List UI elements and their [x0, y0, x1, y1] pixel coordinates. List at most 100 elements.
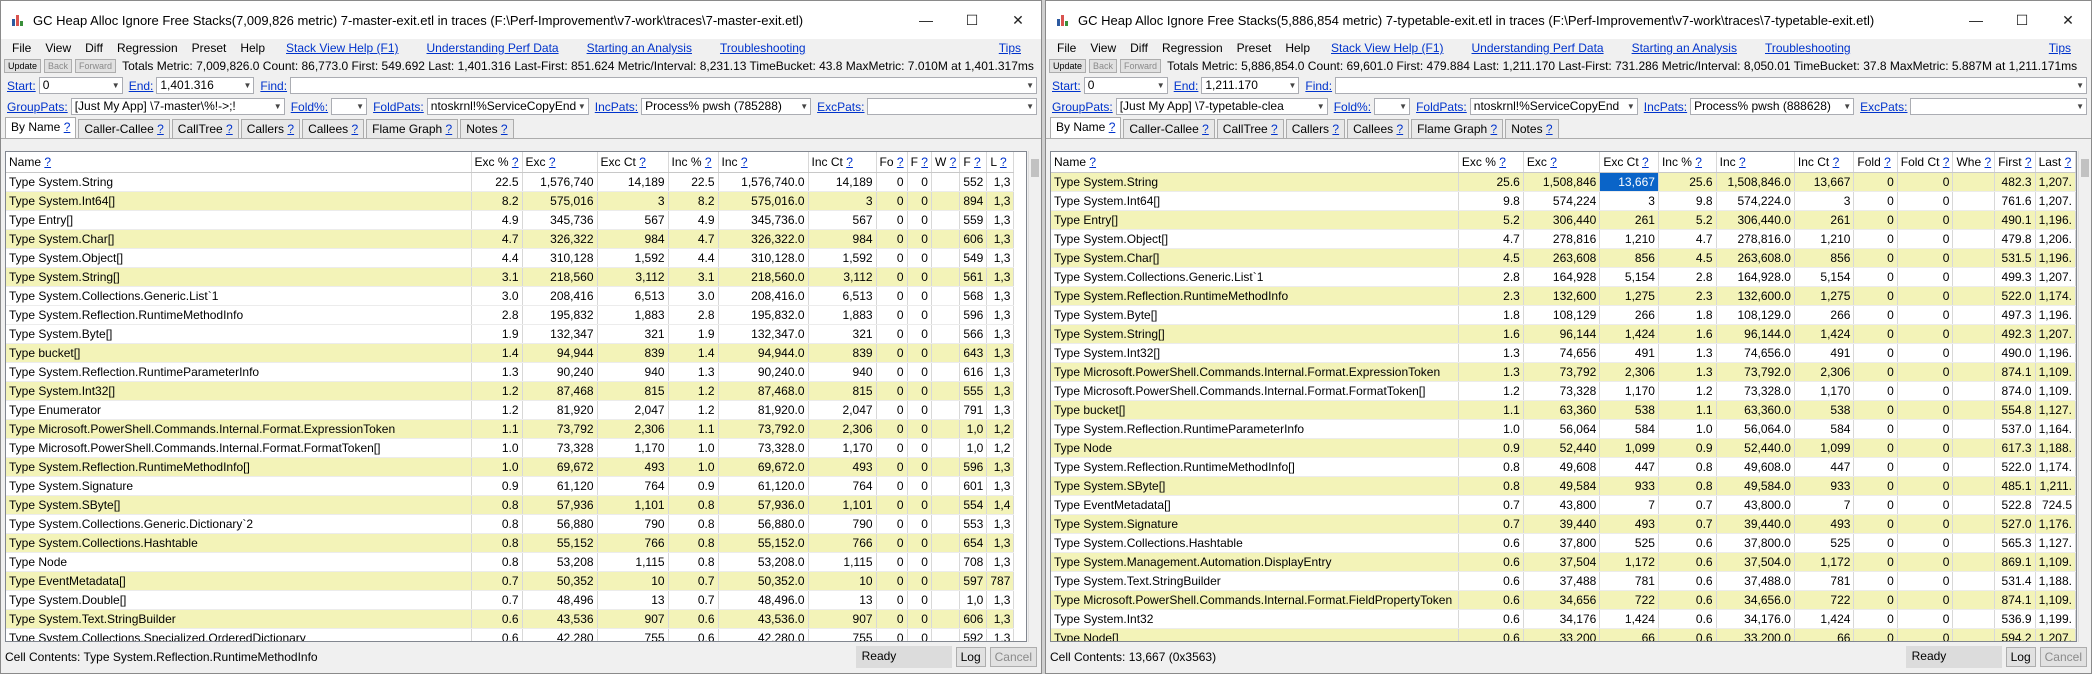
end-label[interactable]: End: [129, 79, 154, 93]
value-cell[interactable]: 4.4 [471, 248, 523, 268]
value-cell[interactable]: 1,199. [2035, 609, 2076, 629]
value-cell[interactable] [931, 476, 961, 496]
cancel-button[interactable]: Cancel [989, 647, 1037, 667]
value-cell[interactable]: 3 [1599, 191, 1659, 211]
value-cell[interactable]: 0 [907, 191, 932, 211]
table-row[interactable]: Type System.String 25.6 1,508,846 13,667 25.… [1051, 172, 2076, 192]
value-cell[interactable]: 73,792 [522, 419, 598, 439]
name-cell[interactable]: Type System.String[] [1051, 324, 1459, 344]
value-cell[interactable]: 63,360.0 [1716, 400, 1795, 420]
value-cell[interactable]: 1,275 [1794, 286, 1855, 306]
chevron-down-icon[interactable]: ▼ [1399, 99, 1407, 114]
scroll-thumb[interactable] [2081, 159, 2089, 177]
value-cell[interactable]: 87,468.0 [718, 381, 809, 401]
table-row[interactable]: Type EventMetadata[] 0.7 43,800 7 0.7 43,800.… [1051, 495, 2076, 515]
log-button[interactable]: Log [2005, 647, 2036, 667]
value-cell[interactable]: 0 [907, 305, 932, 325]
value-cell[interactable]: 485.1 [1994, 476, 2036, 496]
column-header[interactable]: F ? [959, 152, 988, 173]
chevron-down-icon[interactable]: ▼ [1843, 99, 1851, 114]
value-cell[interactable]: 13,667 [1599, 172, 1659, 192]
value-cell[interactable]: 1,188. [2035, 438, 2076, 458]
value-cell[interactable]: 1.3 [1658, 343, 1717, 363]
value-cell[interactable]: 1.2 [471, 400, 523, 420]
chevron-down-icon[interactable]: ▼ [356, 99, 364, 114]
update-button[interactable]: Update [4, 59, 42, 73]
value-cell[interactable]: 0 [1853, 590, 1898, 610]
table-row[interactable]: Type System.Reflection.RuntimeMethodInfo… [1051, 286, 2076, 306]
value-cell[interactable]: 1,109. [2035, 381, 2076, 401]
start-label[interactable]: Start: [7, 79, 36, 93]
value-cell[interactable]: 856 [1794, 248, 1855, 268]
value-cell[interactable]: 0 [907, 343, 932, 363]
value-cell[interactable]: 34,656 [1523, 590, 1601, 610]
name-cell[interactable]: Type Entry[] [6, 210, 472, 230]
name-cell[interactable]: Type System.Object[] [6, 248, 472, 268]
value-cell[interactable]: 1.1 [1658, 400, 1717, 420]
value-cell[interactable]: 6,513 [808, 286, 877, 306]
value-cell[interactable]: 1,109. [2035, 552, 2076, 572]
value-cell[interactable]: 0 [876, 362, 908, 382]
value-cell[interactable]: 14,189 [808, 172, 877, 192]
column-header[interactable]: First ? [1994, 152, 2036, 173]
value-cell[interactable]: 790 [597, 514, 669, 534]
value-cell[interactable] [931, 267, 961, 287]
value-cell[interactable]: 522.8 [1994, 495, 2036, 515]
value-cell[interactable]: 0.6 [1458, 571, 1524, 591]
value-cell[interactable]: 1,099 [1599, 438, 1659, 458]
value-cell[interactable]: 0.7 [471, 571, 523, 591]
value-cell[interactable]: 0.9 [1658, 438, 1717, 458]
value-cell[interactable]: 724.5 [2035, 495, 2076, 515]
value-cell[interactable]: 7 [1599, 495, 1659, 515]
value-cell[interactable] [1952, 400, 1996, 420]
name-cell[interactable]: Type System.String [6, 172, 472, 192]
value-cell[interactable]: 310,128.0 [718, 248, 809, 268]
value-cell[interactable]: 1,3 [986, 172, 1015, 192]
value-cell[interactable]: 2.8 [1658, 267, 1717, 287]
value-cell[interactable]: 1,576,740 [522, 172, 598, 192]
value-cell[interactable]: 0.8 [668, 533, 719, 553]
value-cell[interactable]: 0 [1853, 191, 1898, 211]
value-cell[interactable]: 0.8 [1458, 457, 1524, 477]
value-cell[interactable]: 0 [1897, 229, 1954, 249]
table-row[interactable]: Type System.String[] 3.1 218,560 3,112 3.1 21… [6, 267, 1015, 287]
value-cell[interactable]: 0.6 [471, 609, 523, 629]
column-header[interactable]: Last ? [2035, 152, 2076, 173]
link-starting-analysis[interactable]: Starting an Analysis [587, 41, 692, 55]
value-cell[interactable] [931, 381, 961, 401]
value-cell[interactable]: 0.6 [1658, 571, 1717, 591]
value-cell[interactable]: 9.8 [1458, 191, 1524, 211]
value-cell[interactable]: 1.3 [1458, 362, 1524, 382]
value-cell[interactable]: 722 [1794, 590, 1855, 610]
value-cell[interactable]: 0 [1897, 476, 1954, 496]
value-cell[interactable]: 594.2 [1994, 628, 2036, 641]
value-cell[interactable]: 1,164. [2035, 419, 2076, 439]
value-cell[interactable] [931, 590, 961, 610]
minimize-icon[interactable]: — [903, 1, 949, 39]
value-cell[interactable]: 0 [1853, 552, 1898, 572]
value-cell[interactable]: 278,816.0 [1716, 229, 1795, 249]
value-cell[interactable]: 4.9 [471, 210, 523, 230]
menu-regression[interactable]: Regression [1155, 41, 1230, 55]
value-cell[interactable]: 1,508,846 [1523, 172, 1601, 192]
value-cell[interactable]: 0 [1897, 419, 1954, 439]
table-row[interactable]: Type Microsoft.PowerShell.Commands.Inter… [1051, 362, 2076, 382]
column-header[interactable]: Exc Ct ? [1599, 152, 1659, 173]
value-cell[interactable]: 0 [1897, 286, 1954, 306]
link-stack-view-help[interactable]: Stack View Help (F1) [1331, 41, 1443, 55]
value-cell[interactable]: 1,101 [808, 495, 877, 515]
value-cell[interactable]: 56,880.0 [718, 514, 809, 534]
value-cell[interactable]: 43,800.0 [1716, 495, 1795, 515]
table-row[interactable]: Type System.Collections.Hashtable 0.6 37,8… [1051, 533, 2076, 553]
table-row[interactable]: Type System.SByte[] 0.8 49,584 933 0.8 49,584… [1051, 476, 2076, 496]
foldpats-field[interactable]: ntoskrnl!%ServiceCopyEnd ▼ [1469, 98, 1638, 115]
value-cell[interactable]: 525 [1794, 533, 1855, 553]
menu-preset[interactable]: Preset [185, 41, 234, 55]
value-cell[interactable]: 1,0 [959, 419, 988, 439]
value-cell[interactable]: 3,112 [808, 267, 877, 287]
value-cell[interactable]: 33,200.0 [1716, 628, 1795, 641]
name-cell[interactable]: Type Microsoft.PowerShell.Commands.Inter… [1051, 362, 1459, 382]
name-cell[interactable]: Type System.Collections.Hashtable [1051, 533, 1459, 553]
vertical-scrollbar[interactable] [1028, 151, 1041, 642]
value-cell[interactable] [1952, 267, 1996, 287]
